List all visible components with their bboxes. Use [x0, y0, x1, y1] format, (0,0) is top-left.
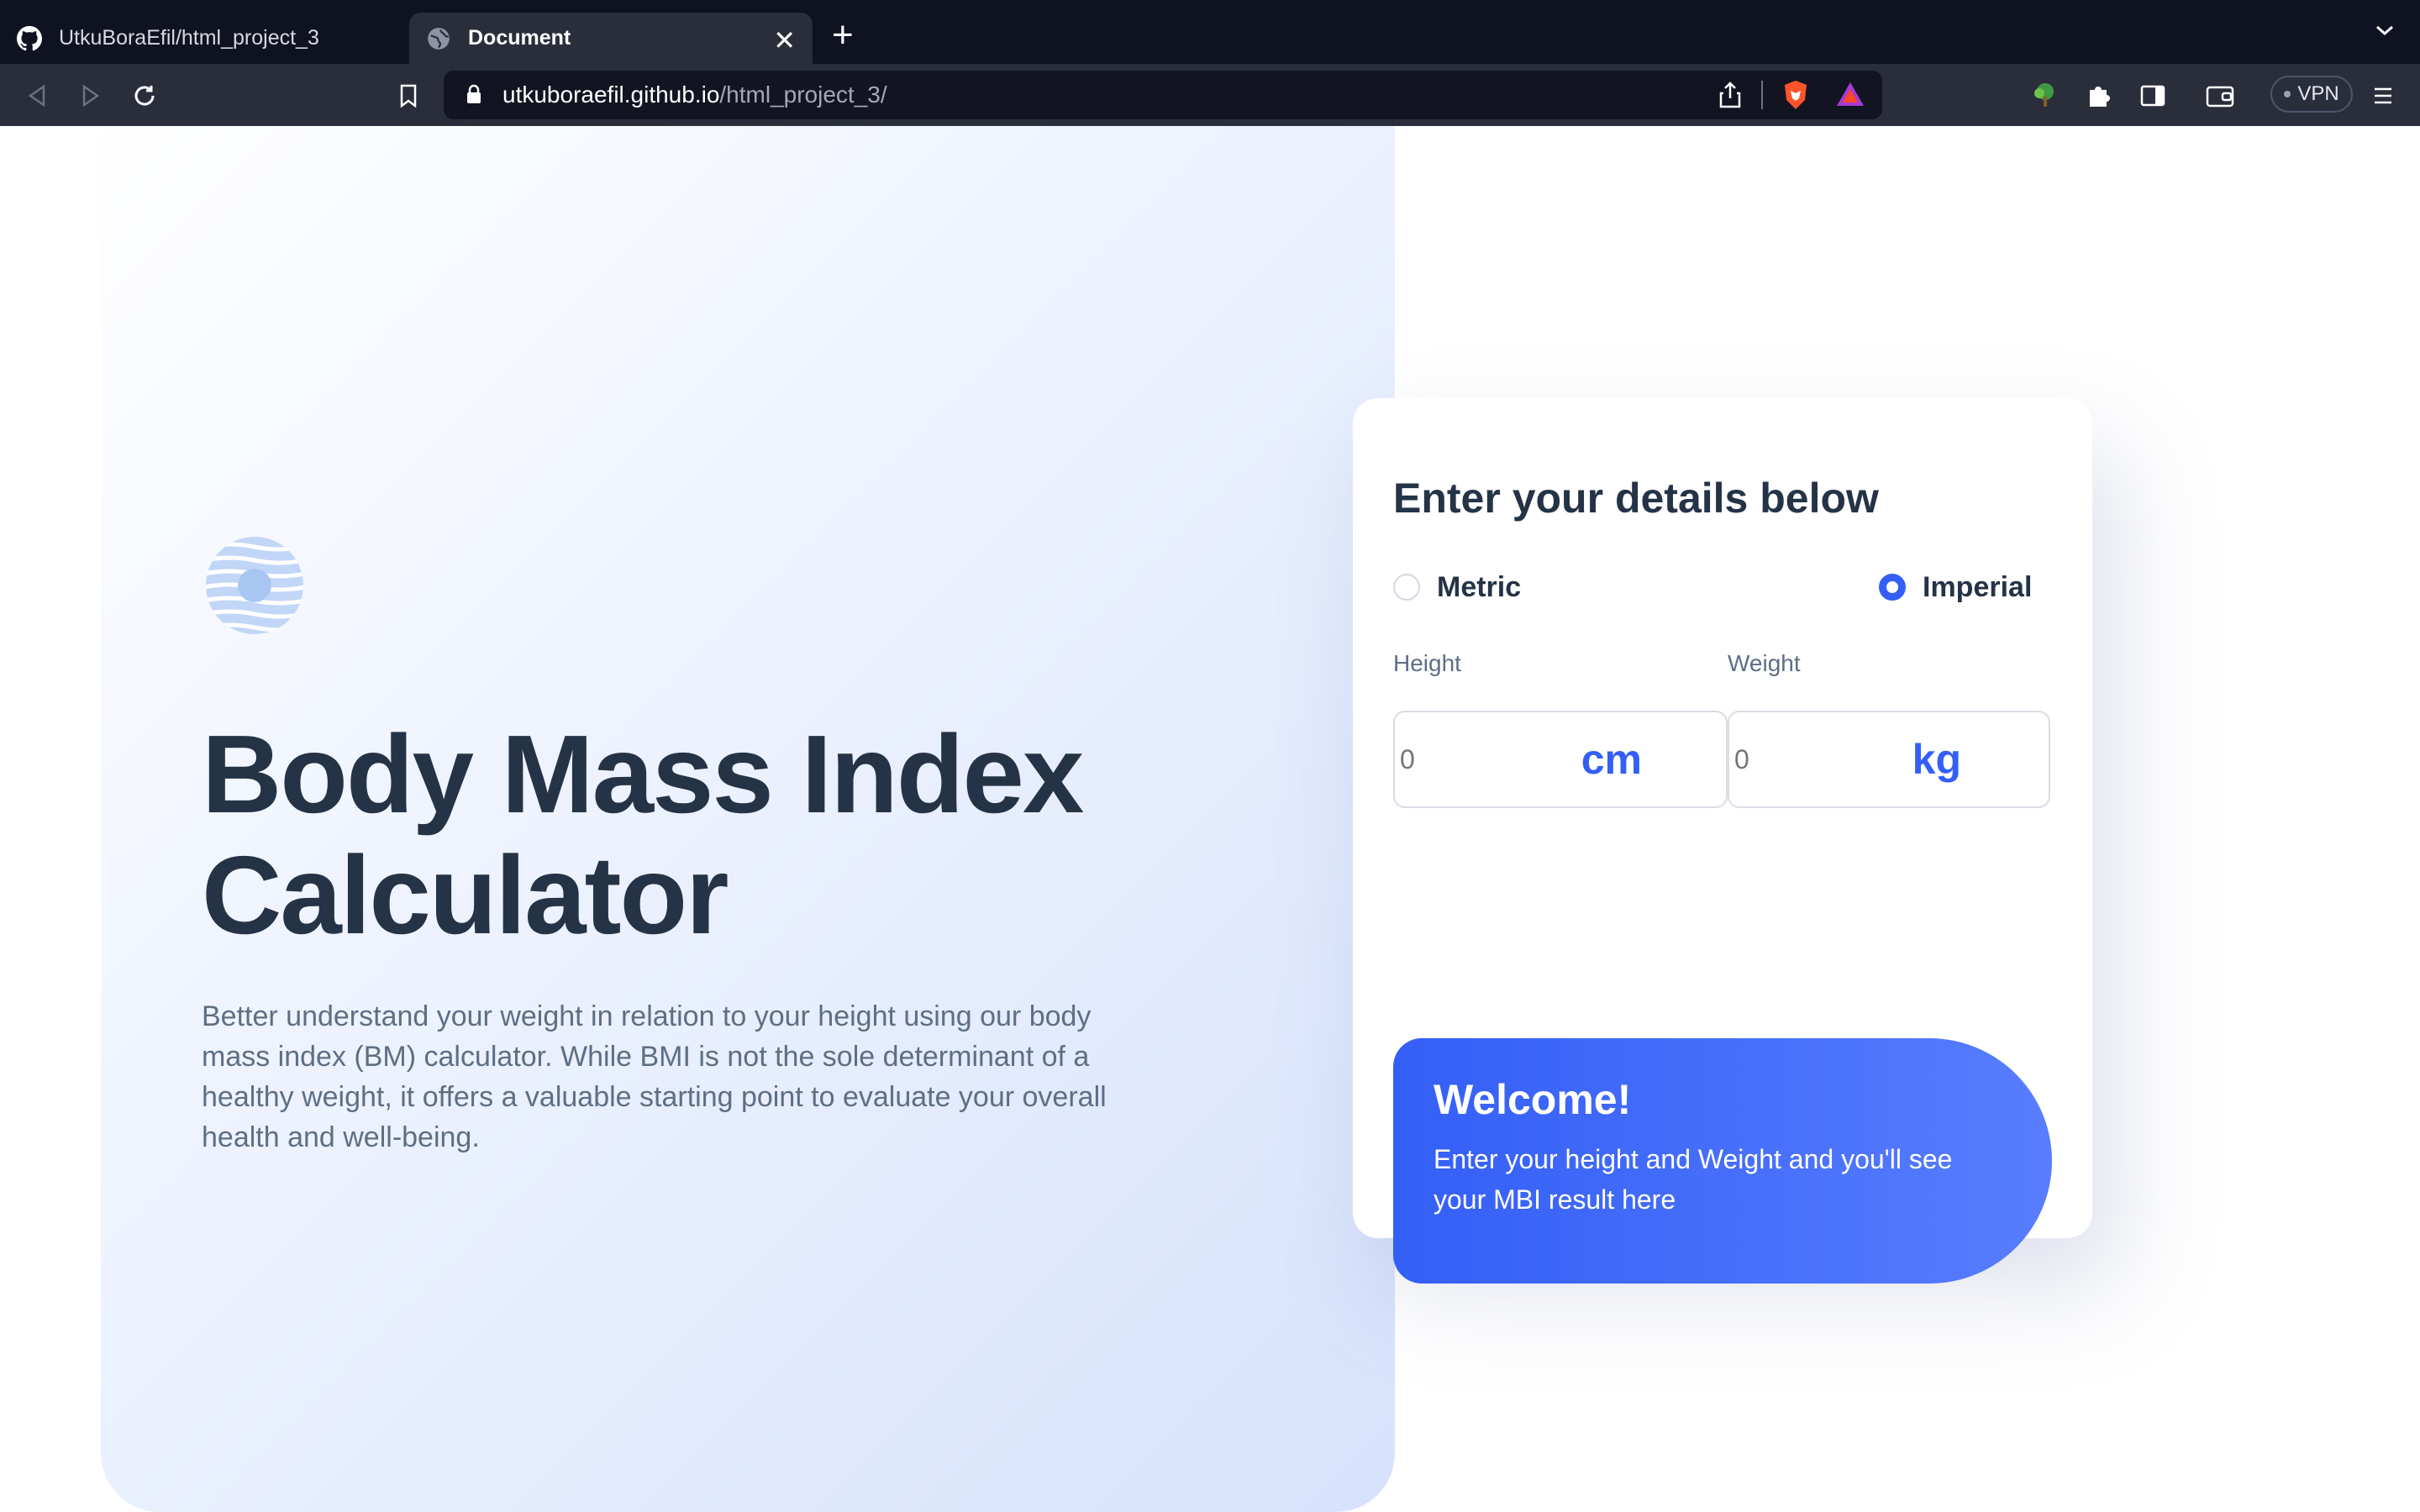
forward-icon[interactable] [76, 81, 106, 111]
share-icon[interactable] [1719, 81, 1741, 113]
back-icon[interactable] [22, 81, 52, 111]
browser-toolbar: utkuboraefil.github.io/html_project_3/ V… [0, 64, 2420, 126]
metric-label: Metric [1437, 570, 1522, 603]
result-panel: Welcome! Enter your height and Weight an… [1393, 1038, 2052, 1284]
lock-icon [466, 84, 482, 108]
tab-document[interactable]: Document ✕ [409, 13, 813, 64]
height-field[interactable]: cm [1393, 711, 1728, 808]
url-host: utkuboraefil.github.io [502, 81, 720, 108]
imperial-radio[interactable] [1879, 574, 1906, 601]
result-text: Enter your height and Weight and you'll … [1434, 1144, 1953, 1215]
close-tab-icon[interactable]: ✕ [773, 24, 796, 56]
height-unit: cm [1581, 736, 1642, 783]
tab-github[interactable]: UtkuBoraEfil/html_project_3 [17, 13, 403, 64]
wallet-icon[interactable] [2205, 81, 2235, 111]
extensions-puzzle-icon[interactable] [2084, 81, 2114, 111]
globe-icon [426, 26, 451, 51]
weight-field[interactable]: kg [1728, 711, 2050, 808]
metric-radio[interactable] [1393, 574, 1420, 601]
form-heading: Enter your details below [1393, 475, 1879, 522]
page-title: Body Mass Index Calculator [202, 712, 1084, 957]
hero-description: Better understand your weight in relatio… [202, 1000, 1107, 1153]
weight-unit: kg [1912, 736, 1961, 783]
weight-input[interactable] [1729, 743, 1897, 775]
bookmark-icon[interactable] [393, 81, 424, 111]
height-label: Height [1393, 650, 1461, 676]
brave-shield-icon[interactable] [1781, 79, 1810, 115]
metric-option[interactable]: Metric [1393, 566, 1521, 608]
page-content: Body Mass Index Calculator Better unders… [0, 126, 2420, 1512]
weight-label: Weight [1728, 650, 1801, 676]
tab-label: Document [468, 26, 571, 50]
divider [1761, 81, 1763, 109]
new-tab-icon[interactable]: + [832, 17, 854, 54]
github-icon [17, 25, 42, 51]
address-bar[interactable]: utkuboraefil.github.io/html_project_3/ [444, 71, 1882, 119]
tab-label: UtkuBoraEfil/html_project_3 [59, 26, 319, 50]
browser-tab-bar: UtkuBoraEfil/html_project_3 Document ✕ + [0, 0, 2420, 64]
bmi-form-card: Enter your details below Metric Imperial… [1353, 398, 2092, 1284]
brave-rewards-icon[interactable] [1835, 81, 1865, 112]
result-heading: Welcome! [1434, 1076, 1632, 1123]
imperial-option[interactable]: Imperial [1879, 566, 2032, 608]
logo-icon [204, 535, 305, 636]
vpn-label: VPN [2297, 82, 2339, 105]
tree-extension-icon[interactable] [2030, 81, 2060, 111]
url-path: /html_project_3/ [719, 81, 887, 108]
url-text: utkuboraefil.github.io/html_project_3/ [502, 81, 887, 108]
vpn-status-dot [2284, 91, 2291, 97]
height-input[interactable] [1395, 743, 1563, 775]
tab-list-chevron-icon[interactable] [2375, 24, 2395, 41]
vpn-button[interactable]: VPN [2270, 76, 2353, 113]
sidebar-toggle-icon[interactable] [2138, 81, 2168, 111]
reload-icon[interactable] [129, 81, 160, 111]
imperial-label: Imperial [1923, 570, 2033, 603]
menu-icon[interactable] [2368, 81, 2398, 111]
